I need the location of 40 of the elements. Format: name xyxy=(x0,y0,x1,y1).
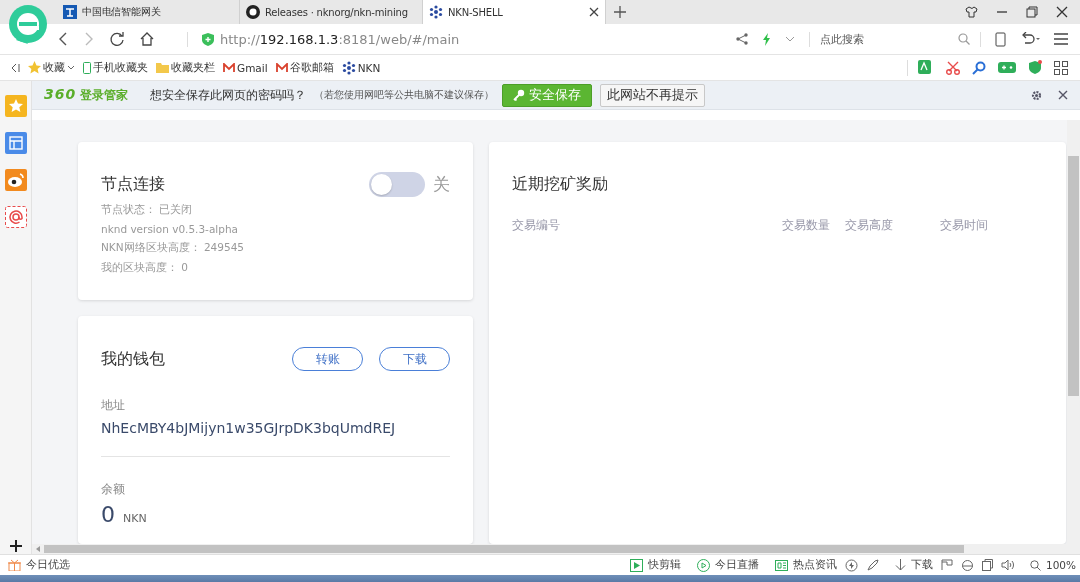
action-button[interactable]: 下载 xyxy=(379,347,450,371)
action-button[interactable]: 转账 xyxy=(292,347,363,371)
card-title: 近期挖矿奖励 xyxy=(512,174,609,195)
search-field[interactable]: 点此搜索 xyxy=(809,31,981,47)
status-text: NKN网络区块高度： 249545 xyxy=(101,241,245,255)
bookmark[interactable]: 收藏夹栏 xyxy=(156,60,215,75)
field-label: 余额 xyxy=(101,481,126,498)
switch-label: 关 xyxy=(433,173,450,196)
bookmark[interactable]: 谷歌邮箱 xyxy=(275,60,334,75)
address-field[interactable]: http://192.168.1.3:8181/web/#/main xyxy=(187,31,460,47)
status-text: 我的区块高度： 0 xyxy=(101,261,190,275)
bookmark[interactable]: 手机收藏夹 xyxy=(83,60,148,75)
status-text: nknd version v0.5.3-alpha xyxy=(101,223,239,235)
status-item[interactable]: 下载 xyxy=(894,558,933,572)
never-button[interactable]: 此网站不再提示 xyxy=(600,83,706,107)
column-header: 交易编号 xyxy=(512,217,561,234)
status-link[interactable]: 今日优选 xyxy=(26,558,70,572)
column-header: 交易高度 xyxy=(845,217,894,234)
column-header: 交易时间 xyxy=(940,217,989,234)
zoom-control[interactable]: 100% xyxy=(1029,559,1076,571)
status-item[interactable]: 快剪辑 xyxy=(629,558,681,572)
field-label: 地址 xyxy=(101,397,126,414)
browser-tab[interactable]: 中国电信智能网关 xyxy=(57,0,240,24)
browser-tab[interactable]: NKN-SHELL xyxy=(423,0,606,24)
note-text: （若您使用网吧等公共电脑不建议保存） xyxy=(314,88,495,102)
bookmark[interactable]: NKN xyxy=(341,60,381,75)
prompt-text: 想安全保存此网页的密码吗？ xyxy=(150,86,307,104)
status-text: 节点状态： 已关闭 xyxy=(101,203,194,217)
card-title: 节点连接 xyxy=(101,174,165,195)
bookmark[interactable]: 收藏 xyxy=(28,60,75,75)
wallet-address: NhEcMBY4bJMijyn1w35GJrpDK3bqUmdREJ xyxy=(101,420,397,436)
balance-value: 0 xyxy=(101,502,115,527)
column-header: 交易数量 xyxy=(782,217,831,234)
balance-unit: NKN xyxy=(123,512,147,525)
status-item[interactable]: 热点资讯 xyxy=(774,558,837,572)
brand-logo: 360 xyxy=(44,86,77,102)
brand-name: 登录管家 xyxy=(80,87,129,104)
bookmark[interactable]: Gmail xyxy=(223,61,268,74)
status-item[interactable]: 今日直播 xyxy=(696,558,759,572)
card-title: 我的钱包 xyxy=(101,348,165,370)
